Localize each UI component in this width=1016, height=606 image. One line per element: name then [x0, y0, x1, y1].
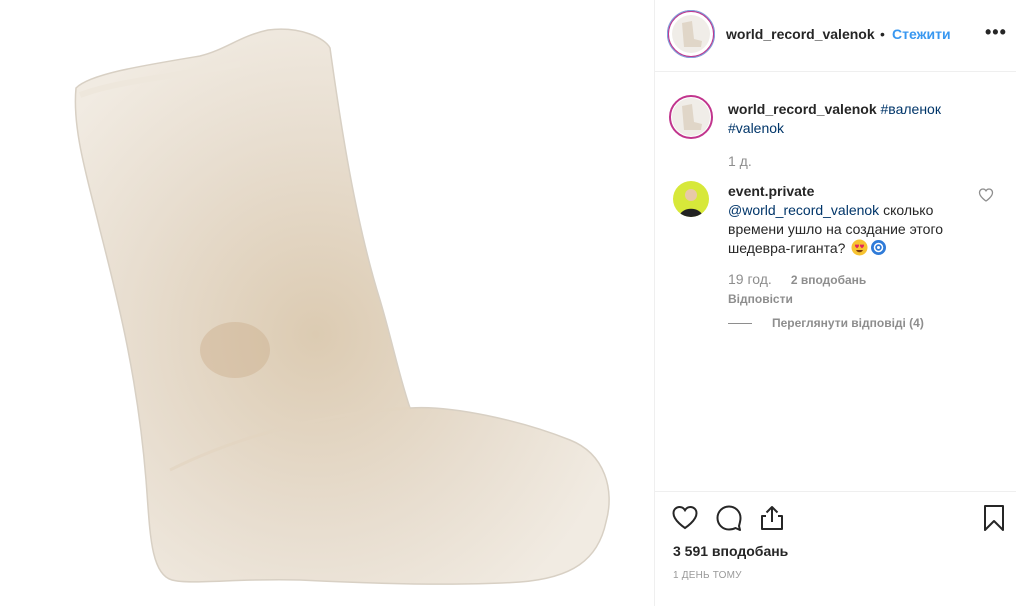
comment-like-heart-icon[interactable] [978, 187, 994, 203]
comments-section: world_record_valenok #валенок #valenok 1… [655, 73, 1016, 491]
post-header: world_record_valenok • Стежити ••• [655, 0, 1016, 72]
caption-avatar[interactable] [669, 95, 713, 139]
caption-avatar-image [672, 98, 710, 136]
bookmark-icon[interactable] [980, 504, 1008, 532]
heart-icon[interactable] [671, 504, 699, 532]
hashtag-link[interactable]: #валенок [881, 101, 941, 117]
author-username[interactable]: world_record_valenok [726, 26, 875, 42]
comment-likes[interactable]: 2 вподобань [791, 273, 866, 287]
author-avatar[interactable] [667, 10, 715, 58]
caption-time[interactable]: 1 д. [728, 153, 752, 169]
author-avatar-image [672, 15, 710, 53]
comment-meta: 19 год. 2 вподобань [728, 271, 866, 287]
hashtag-link[interactable]: #valenok [728, 120, 784, 136]
post-image[interactable] [0, 0, 655, 606]
heart-eyes-emoji-icon [851, 239, 868, 256]
follow-button[interactable]: Стежити [892, 26, 951, 42]
caption: world_record_valenok #валенок #valenok [728, 100, 988, 138]
felt-boot-image [74, 28, 610, 585]
comment-time[interactable]: 19 год. [728, 271, 772, 287]
cyclone-emoji-icon [871, 240, 887, 255]
share-icon[interactable] [758, 504, 786, 532]
commenter-username[interactable]: event.private [728, 183, 814, 199]
comment-mention[interactable]: @world_record_valenok [728, 202, 879, 218]
post-time[interactable]: 1 ДЕНЬ ТОМУ [673, 570, 742, 581]
reply-button[interactable]: Відповісти [728, 292, 793, 306]
post-actions: 3 591 вподобань 1 ДЕНЬ ТОМУ [655, 491, 1016, 606]
comment-icon[interactable] [715, 504, 743, 532]
comment-body: event.private @world_record_valenok скол… [728, 182, 968, 258]
person-icon [679, 189, 703, 217]
more-options-button[interactable]: ••• [985, 22, 1007, 43]
likes-count[interactable]: 3 591 вподобань [673, 543, 788, 559]
header-separator: • [880, 26, 885, 42]
commenter-avatar[interactable] [673, 181, 709, 217]
view-replies-divider [728, 323, 752, 324]
caption-username[interactable]: world_record_valenok [728, 101, 877, 117]
instagram-post: world_record_valenok • Стежити ••• world… [0, 0, 1016, 606]
post-side-panel: world_record_valenok • Стежити ••• world… [655, 0, 1016, 606]
view-replies-button[interactable]: Переглянути відповіді (4) [772, 316, 924, 330]
